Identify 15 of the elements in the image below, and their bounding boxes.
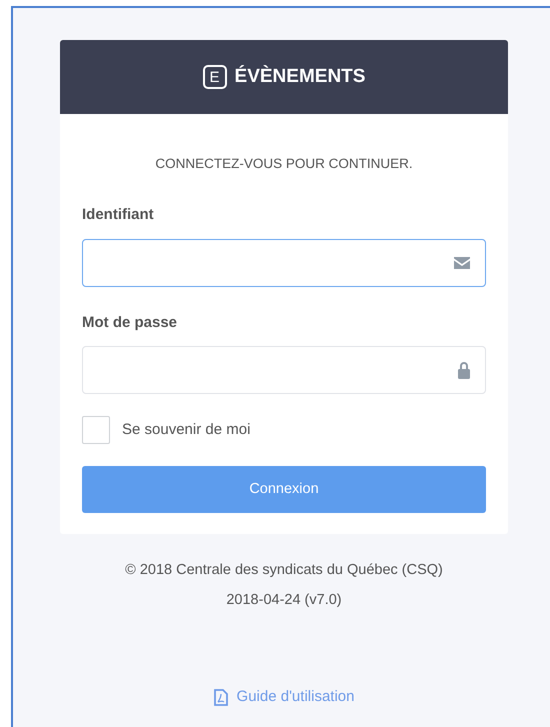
checkbox-label: Se souvenir de moi <box>122 420 250 440</box>
guide-link[interactable]: Guide d'utilisation <box>214 686 354 708</box>
login-subtitle: CONNECTEZ-VOUS POUR CONTINUER. <box>154 155 414 173</box>
envelope-icon <box>453 256 471 270</box>
login-button[interactable]: Connexion <box>82 466 486 514</box>
logo-icon: E <box>202 65 227 89</box>
footer-text: © 2018 Centrale des syndicats du Québec (CSQ) <box>125 561 443 580</box>
field-label: Mot de passe <box>82 312 178 333</box>
input-field[interactable] <box>82 238 486 287</box>
field-label: Identifiant <box>82 205 155 226</box>
checkbox[interactable] <box>82 416 110 444</box>
lock-icon <box>457 361 471 380</box>
footer-text: 2018-04-24 (v7.0) <box>226 591 342 610</box>
app-title: ÉVÈNEMENTS <box>234 64 366 89</box>
pdf-file-icon <box>214 688 228 706</box>
